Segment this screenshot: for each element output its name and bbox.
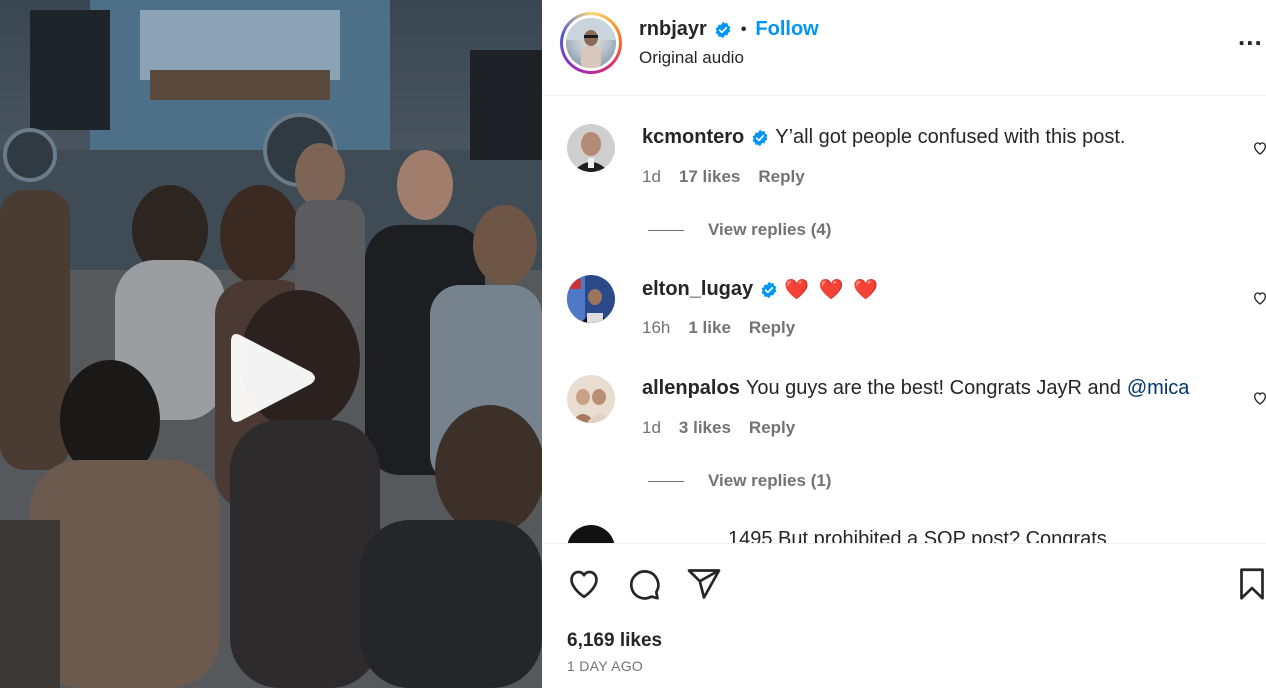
comment-text: Y’all got people confused with this post… (775, 126, 1126, 148)
reply-button[interactable]: Reply (749, 318, 795, 338)
comment-icon[interactable] (626, 566, 662, 602)
comment-text: ❤️ ❤️ ❤️ (784, 279, 880, 301)
comment-text-partial: 1495 But prohibited a SOP post? Congrats (728, 528, 1107, 543)
commenter-avatar[interactable] (567, 124, 615, 172)
comment-like-heart-icon[interactable] (1252, 390, 1266, 406)
comment-likes[interactable]: 3 likes (679, 418, 731, 438)
separator-dot: • (740, 20, 747, 38)
author-username[interactable]: rnbjayr (639, 18, 707, 41)
verified-badge-icon (761, 281, 777, 298)
comment-time[interactable]: 1d (642, 418, 661, 438)
audio-label[interactable]: Original audio (639, 48, 744, 68)
author-avatar[interactable] (560, 12, 622, 74)
bookmark-icon[interactable] (1234, 566, 1266, 602)
view-replies-label: View replies (1) (708, 471, 832, 490)
comment-username[interactable]: kcmontero (642, 126, 744, 149)
play-icon[interactable] (221, 328, 321, 428)
video-player[interactable] (0, 0, 542, 688)
reply-button[interactable]: Reply (758, 167, 804, 187)
post-actions: 6,169 likes 1 DAY AGO (542, 543, 1266, 688)
paper-plane-icon[interactable] (686, 566, 722, 602)
view-replies-button[interactable]: View replies (4) (648, 220, 831, 240)
comment-text: You guys are the best! Congrats JayR and (745, 377, 1121, 399)
more-options-icon[interactable]: ... (1238, 23, 1266, 54)
comment-time[interactable]: 16h (642, 318, 670, 338)
replies-divider (648, 229, 684, 231)
view-replies-label: View replies (4) (708, 220, 832, 239)
post-header: rnbjayr • Follow Original audio ... (542, 0, 1266, 96)
post-sidebar: rnbjayr • Follow Original audio ... kcmo… (542, 0, 1266, 688)
commenter-avatar[interactable] (567, 525, 615, 543)
likes-count[interactable]: 6,169 likes (567, 630, 662, 652)
mention-link[interactable]: @mica (1127, 377, 1190, 400)
heart-icon[interactable] (566, 566, 602, 602)
follow-button[interactable]: Follow (755, 18, 818, 41)
comment-likes[interactable]: 1 like (688, 318, 731, 338)
comments-list[interactable]: kcmontero Y’all got people confused with… (542, 96, 1266, 543)
view-replies-button[interactable]: View replies (1) (648, 471, 831, 491)
comment-username[interactable]: allenpalos (642, 377, 740, 400)
post-timestamp[interactable]: 1 DAY AGO (567, 658, 643, 674)
replies-divider (648, 480, 684, 482)
reply-button[interactable]: Reply (749, 418, 795, 438)
commenter-avatar[interactable] (567, 275, 615, 323)
verified-badge-icon (715, 21, 731, 38)
comment-time[interactable]: 1d (642, 167, 661, 187)
comment-likes[interactable]: 17 likes (679, 167, 740, 187)
verified-badge-icon (752, 129, 768, 146)
comment-like-heart-icon[interactable] (1252, 290, 1266, 306)
comment-like-heart-icon[interactable] (1252, 140, 1266, 156)
comment-username[interactable]: elton_lugay (642, 278, 753, 301)
commenter-avatar[interactable] (567, 375, 615, 423)
